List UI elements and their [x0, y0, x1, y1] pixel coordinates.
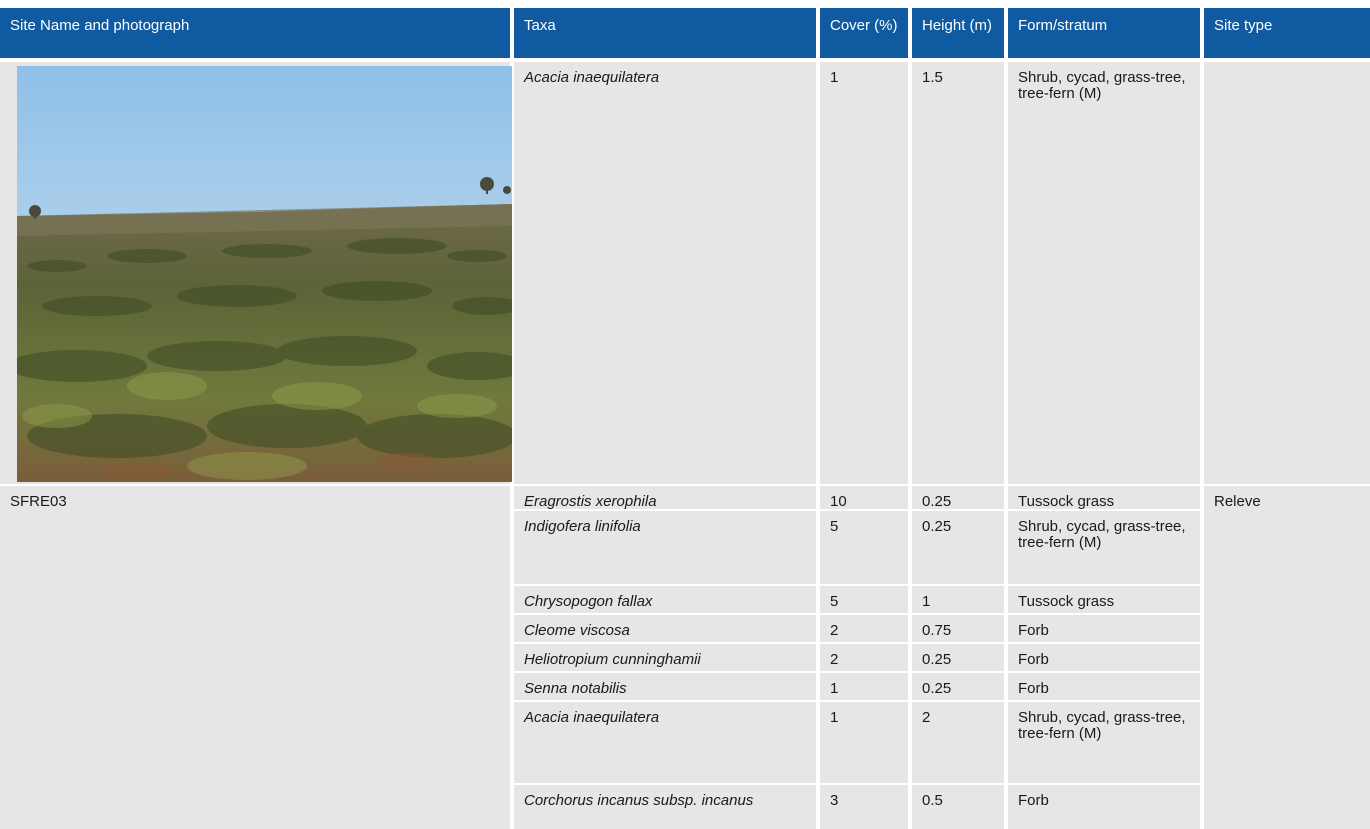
- row-6-height: 0.25: [912, 673, 1004, 700]
- row-4-cover: 2: [820, 615, 908, 642]
- site-type: Releve: [1204, 486, 1370, 829]
- row-7-taxa: Acacia inaequilatera: [514, 702, 816, 783]
- row-2-form: Shrub, cycad, grass-tree, tree-fern (M): [1008, 511, 1200, 584]
- row-6-cover: 1: [820, 673, 908, 700]
- photo-row-height: 1.5: [912, 62, 1004, 484]
- row-6-taxa: Senna notabilis: [514, 673, 816, 700]
- row-8-cover: 3: [820, 785, 908, 829]
- photo-row-cover: 1: [820, 62, 908, 484]
- row-3-height: 1: [912, 586, 1004, 613]
- site-name: SFRE03: [0, 486, 510, 829]
- row-8-taxa: Corchorus incanus subsp. incanus: [514, 785, 816, 829]
- row-1-form: Tussock grass: [1008, 486, 1200, 509]
- row-1-cover: 10: [820, 486, 908, 509]
- header-cover: Cover (%): [820, 8, 908, 58]
- header-form: Form/stratum: [1008, 8, 1200, 58]
- row-2-taxa: Indigofera linifolia: [514, 511, 816, 584]
- site-photograph: [17, 66, 512, 482]
- row-7-cover: 1: [820, 702, 908, 783]
- header-taxa: Taxa: [514, 8, 816, 58]
- row-2-height: 0.25: [912, 511, 1004, 584]
- photo-row-taxa: Acacia inaequilatera: [514, 62, 816, 484]
- row-5-form: Forb: [1008, 644, 1200, 671]
- row-8-height: 0.5: [912, 785, 1004, 829]
- row-3-cover: 5: [820, 586, 908, 613]
- row-4-form: Forb: [1008, 615, 1200, 642]
- site-table: Site Name and photograph Taxa Cover (%) …: [0, 0, 1370, 829]
- row-5-cover: 2: [820, 644, 908, 671]
- row-7-height: 2: [912, 702, 1004, 783]
- row-6-form: Forb: [1008, 673, 1200, 700]
- row-7-form: Shrub, cycad, grass-tree, tree-fern (M): [1008, 702, 1200, 783]
- row-3-form: Tussock grass: [1008, 586, 1200, 613]
- row-8-form: Forb: [1008, 785, 1200, 829]
- row-3-taxa: Chrysopogon fallax: [514, 586, 816, 613]
- row-1-height: 0.25: [912, 486, 1004, 509]
- header-height: Height (m): [912, 8, 1004, 58]
- row-2-cover: 5: [820, 511, 908, 584]
- row-5-height: 0.25: [912, 644, 1004, 671]
- photo-row-form: Shrub, cycad, grass-tree, tree-fern (M): [1008, 62, 1200, 484]
- row-5-taxa: Heliotropium cunninghamii: [514, 644, 816, 671]
- row-4-taxa: Cleome viscosa: [514, 615, 816, 642]
- header-site-type: Site type: [1204, 8, 1370, 58]
- header-site: Site Name and photograph: [0, 8, 510, 58]
- row-1-taxa: Eragrostis xerophila: [514, 486, 816, 509]
- photo-row-site-type: [1204, 62, 1370, 484]
- row-4-height: 0.75: [912, 615, 1004, 642]
